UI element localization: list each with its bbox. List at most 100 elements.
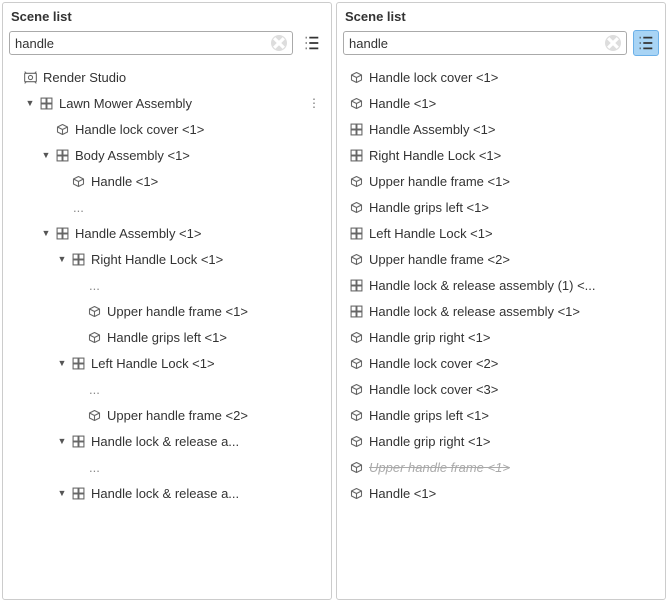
expander-icon[interactable]: ▼	[39, 228, 53, 238]
part-icon	[347, 408, 365, 423]
tree-row[interactable]: ...	[7, 454, 331, 480]
clear-search-button[interactable]	[271, 35, 287, 51]
part-icon	[85, 304, 103, 319]
list-item[interactable]: Handle grips left <1>	[341, 402, 665, 428]
list-item[interactable]: Right Handle Lock <1>	[341, 142, 665, 168]
assembly-icon	[347, 304, 365, 319]
node-label: Handle lock cover <1>	[71, 122, 204, 137]
list-item[interactable]: Handle lock cover <2>	[341, 350, 665, 376]
scene-list-flat-panel: Scene list Handle lock cover <1> Handle <…	[336, 2, 666, 600]
tree-row[interactable]: ...	[7, 272, 331, 298]
list-item[interactable]: Handle <1>	[341, 480, 665, 506]
list-item[interactable]: Upper handle frame <1>	[341, 168, 665, 194]
assembly-icon	[53, 226, 71, 241]
node-label: ...	[85, 460, 100, 475]
item-label: Handle lock & release assembly <1>	[365, 304, 580, 319]
part-icon	[347, 252, 365, 267]
part-icon	[347, 382, 365, 397]
tree-row[interactable]: Handle grips left <1>	[7, 324, 331, 350]
list-item[interactable]: Handle lock & release assembly <1>	[341, 298, 665, 324]
list-item[interactable]: Handle lock & release assembly (1) <...	[341, 272, 665, 298]
list-item[interactable]: Upper handle frame <1>	[341, 454, 665, 480]
flat-list-toggle[interactable]	[299, 30, 325, 56]
expander-icon[interactable]: ▼	[55, 358, 69, 368]
item-label: Handle grip right <1>	[365, 434, 490, 449]
list-item[interactable]: Handle Assembly <1>	[341, 116, 665, 142]
node-label: ...	[85, 278, 100, 293]
list-item[interactable]: Handle lock cover <1>	[341, 64, 665, 90]
node-label: Upper handle frame <1>	[103, 304, 248, 319]
expander-icon[interactable]: ▼	[39, 150, 53, 160]
list-item[interactable]: Upper handle frame <2>	[341, 246, 665, 272]
part-icon	[347, 356, 365, 371]
list-icon	[637, 34, 655, 52]
tree-content[interactable]: Render Studio▼Lawn Mower Assembly⋮ Handle…	[3, 62, 331, 599]
panel-title: Scene list	[337, 3, 665, 28]
tree-row[interactable]: Upper handle frame <1>	[7, 298, 331, 324]
part-icon	[347, 200, 365, 215]
assembly-icon	[37, 96, 55, 111]
part-icon	[85, 330, 103, 345]
search-row	[3, 28, 331, 62]
tree-row[interactable]: ▼Handle Assembly <1>	[7, 220, 331, 246]
list-item[interactable]: Handle grips left <1>	[341, 194, 665, 220]
node-label: Left Handle Lock <1>	[87, 356, 215, 371]
item-label: Handle <1>	[365, 96, 436, 111]
tree-row[interactable]: Handle <1>	[7, 168, 331, 194]
tree-row[interactable]: ▼ Body Assembly <1>	[7, 142, 331, 168]
panel-title: Scene list	[3, 3, 331, 28]
item-label: Handle lock & release assembly (1) <...	[365, 278, 596, 293]
list-item[interactable]: Handle grip right <1>	[341, 428, 665, 454]
node-label: ...	[85, 382, 100, 397]
search-input-wrap	[343, 31, 627, 55]
drag-handle-icon[interactable]: ⋮	[308, 96, 325, 110]
search-input[interactable]	[15, 36, 271, 51]
list-item[interactable]: Handle grip right <1>	[341, 324, 665, 350]
item-label: Upper handle frame <2>	[365, 252, 510, 267]
tree-row[interactable]: Handle lock cover <1>	[7, 116, 331, 142]
list-item[interactable]: Handle <1>	[341, 90, 665, 116]
assembly-icon	[347, 226, 365, 241]
assembly-icon	[69, 486, 87, 501]
expander-icon[interactable]: ▼	[55, 488, 69, 498]
flat-list-toggle[interactable]	[633, 30, 659, 56]
tree-row[interactable]: ...	[7, 376, 331, 402]
list-item[interactable]: Handle lock cover <3>	[341, 376, 665, 402]
list-item[interactable]: Left Handle Lock <1>	[341, 220, 665, 246]
item-label: Upper handle frame <1>	[365, 460, 510, 475]
node-label: Handle lock & release a...	[87, 434, 239, 449]
item-label: Right Handle Lock <1>	[365, 148, 501, 163]
assembly-icon	[53, 148, 71, 163]
node-label: Body Assembly <1>	[71, 148, 190, 163]
assembly-icon	[69, 434, 87, 449]
flat-content[interactable]: Handle lock cover <1> Handle <1> Handle As…	[337, 62, 665, 599]
node-label: ...	[69, 200, 84, 215]
node-label: Handle lock & release a...	[87, 486, 239, 501]
tree-row[interactable]: ▼ Handle lock & release a...	[7, 480, 331, 506]
list-icon	[303, 34, 321, 52]
tree-row[interactable]: ▼ Left Handle Lock <1>	[7, 350, 331, 376]
part-icon	[347, 486, 365, 501]
search-input[interactable]	[349, 36, 605, 51]
item-label: Upper handle frame <1>	[365, 174, 510, 189]
item-label: Handle grip right <1>	[365, 330, 490, 345]
expander-icon[interactable]: ▼	[55, 436, 69, 446]
expander-icon[interactable]: ▼	[23, 98, 37, 108]
tree-row[interactable]: ▼Lawn Mower Assembly⋮	[7, 90, 331, 116]
item-label: Handle Assembly <1>	[365, 122, 495, 137]
part-icon	[347, 96, 365, 111]
item-label: Handle lock cover <1>	[365, 70, 498, 85]
tree-row[interactable]: ▼ Right Handle Lock <1>	[7, 246, 331, 272]
item-label: Handle grips left <1>	[365, 200, 489, 215]
clear-search-button[interactable]	[605, 35, 621, 51]
node-label: Upper handle frame <2>	[103, 408, 248, 423]
node-label: Right Handle Lock <1>	[87, 252, 223, 267]
tree-row[interactable]: ▼ Handle lock & release a...	[7, 428, 331, 454]
item-label: Handle lock cover <3>	[365, 382, 498, 397]
item-label: Handle grips left <1>	[365, 408, 489, 423]
expander-icon[interactable]: ▼	[55, 254, 69, 264]
part-icon	[347, 174, 365, 189]
tree-row[interactable]: Upper handle frame <2>	[7, 402, 331, 428]
tree-row[interactable]: Render Studio	[7, 64, 331, 90]
tree-row[interactable]: ...	[7, 194, 331, 220]
